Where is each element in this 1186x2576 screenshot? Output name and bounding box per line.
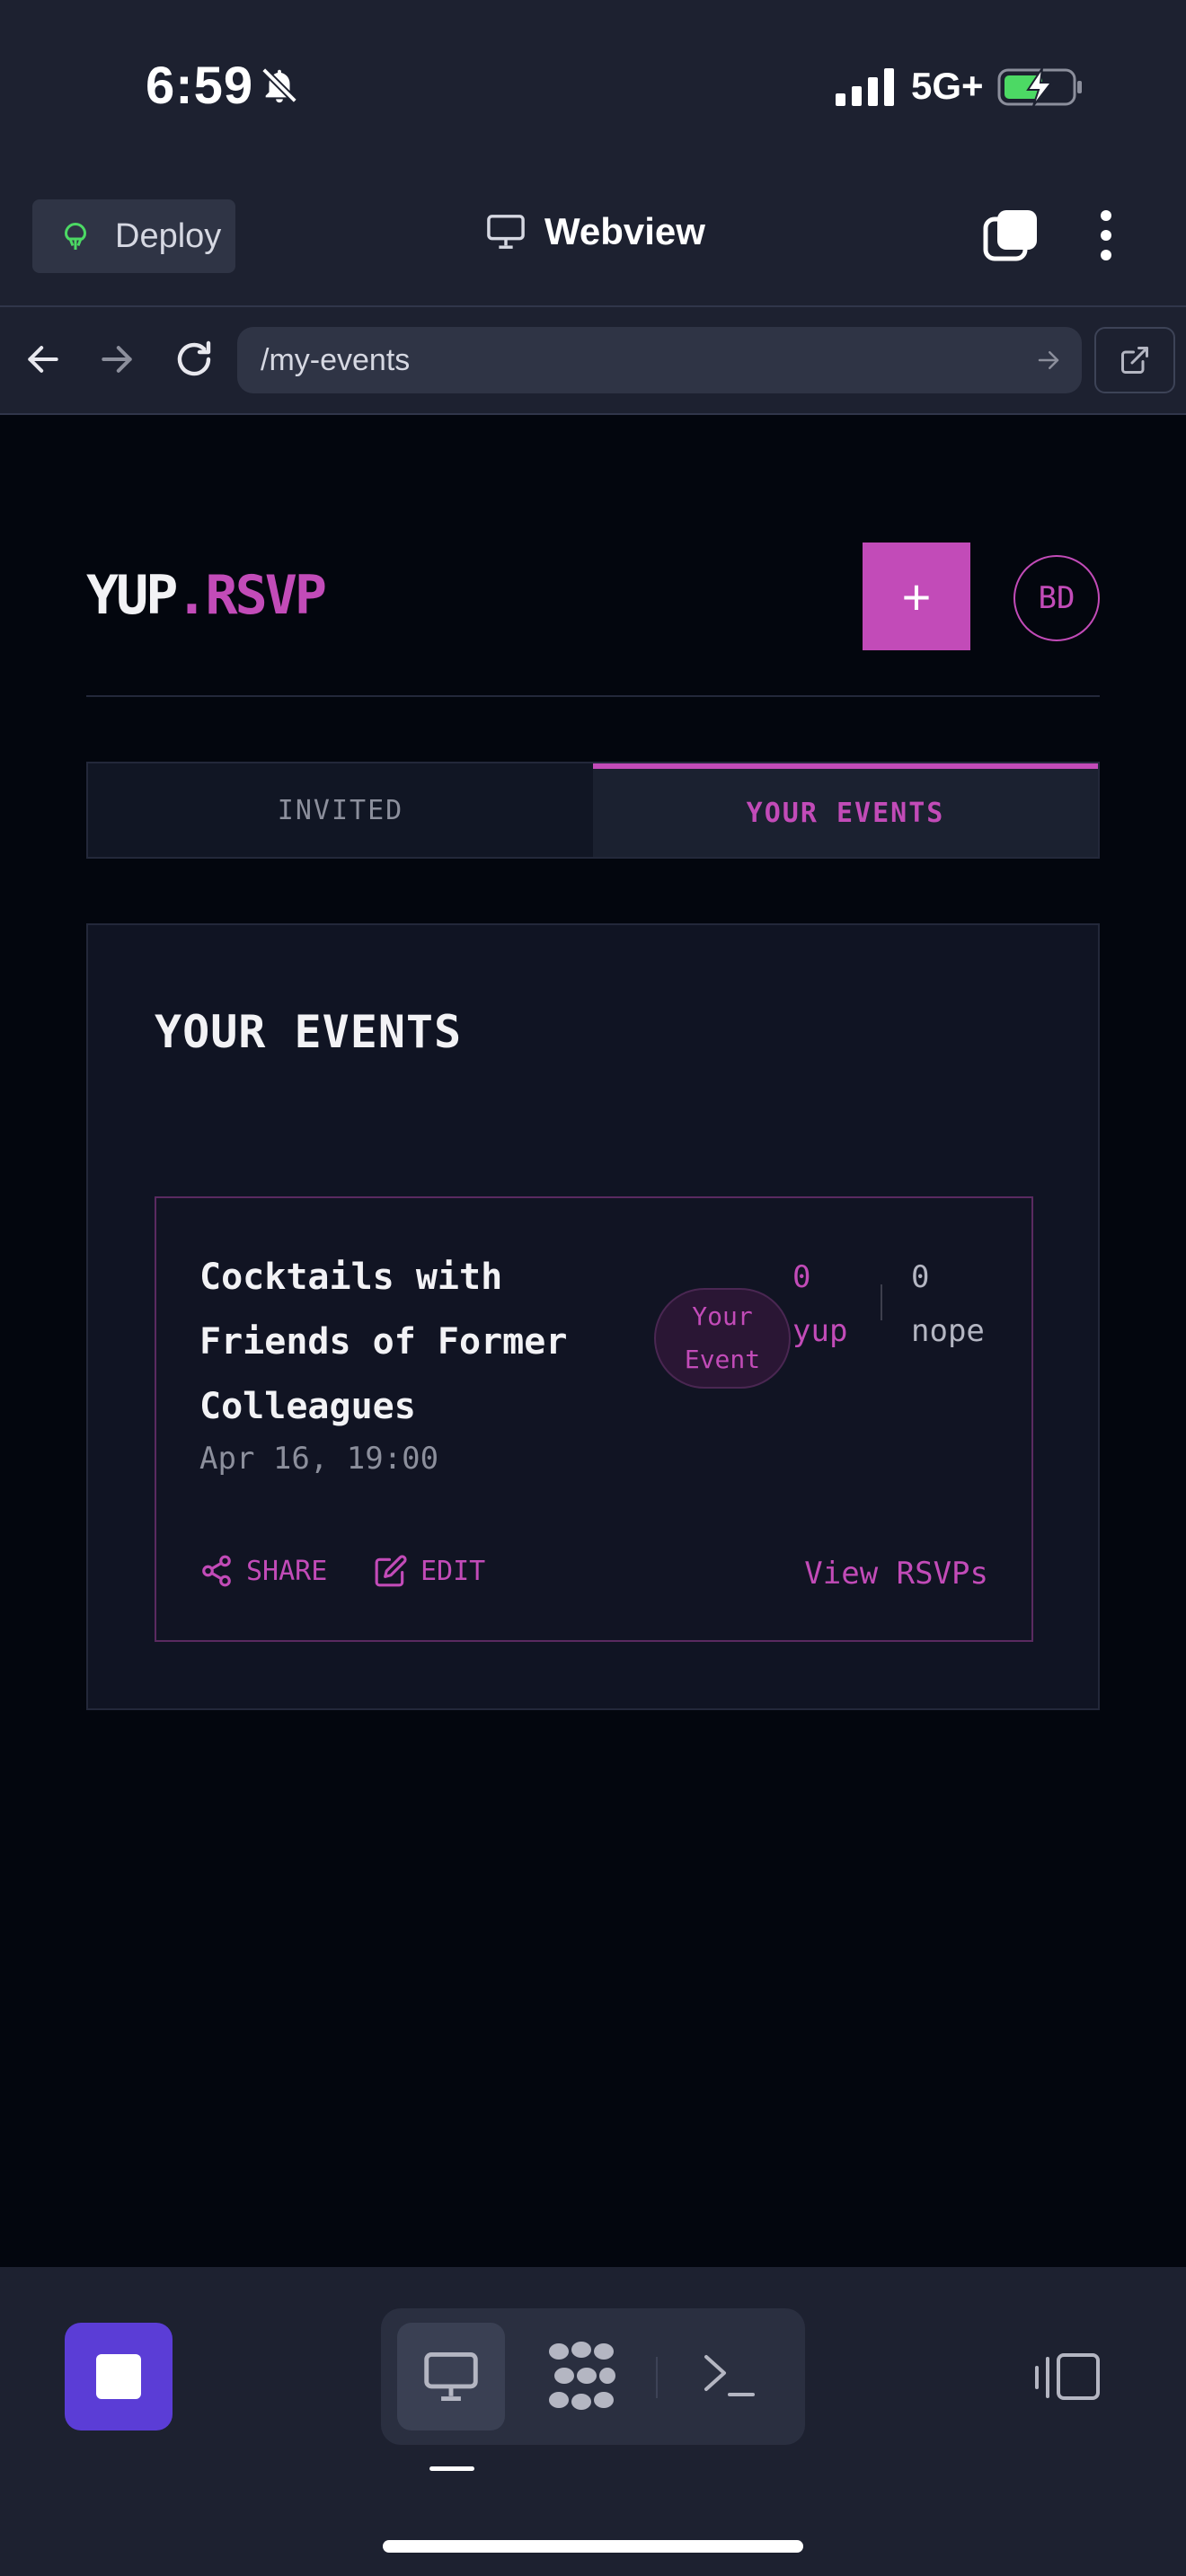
view-rsvps-link[interactable]: View RSVPs [804, 1556, 988, 1592]
yup-stat: 0 yup [792, 1250, 847, 1358]
deploy-icon [64, 222, 87, 250]
monitor-icon [487, 215, 525, 249]
battery-charging-icon [997, 67, 1082, 107]
terminal-icon[interactable] [701, 2348, 758, 2402]
event-tabs: INVITED YOUR EVENTS [86, 762, 1100, 859]
webview-label: Webview [544, 210, 705, 252]
agent-dots-icon[interactable] [546, 2339, 616, 2413]
event-title: Cocktails with Friends of Former Colleag… [199, 1257, 568, 1427]
share-icon [202, 1555, 231, 1587]
tab-your-events[interactable]: YOUR EVENTS [593, 763, 1098, 857]
panel-title: YOUR EVENTS [155, 1006, 463, 1058]
external-link-icon [1121, 347, 1148, 374]
yup-label: yup [792, 1313, 848, 1349]
badge-line-1: Your [692, 1301, 753, 1331]
desktop-icon [424, 2352, 478, 2401]
home-indicator [383, 2540, 803, 2553]
header-divider [86, 695, 1100, 697]
your-event-badge: Your Event [654, 1288, 791, 1389]
address-bar[interactable] [237, 327, 1082, 393]
deploy-button[interactable]: Deploy [32, 199, 235, 273]
chrome-bottom-border [0, 413, 1186, 415]
forward-arrow-icon[interactable] [97, 340, 137, 379]
tab-invited[interactable]: INVITED [88, 763, 593, 857]
chrome-divider [0, 305, 1186, 307]
url-input[interactable] [261, 342, 997, 378]
stat-separator [881, 1284, 882, 1320]
bell-muted-icon [261, 67, 297, 103]
network-type: 5G+ [911, 65, 984, 107]
go-arrow-icon[interactable] [1035, 347, 1062, 374]
open-external-button[interactable] [1094, 327, 1175, 393]
reload-icon[interactable] [173, 338, 216, 381]
logo-text-main: YUP [86, 564, 178, 627]
create-event-button[interactable]: + [863, 543, 970, 650]
more-vertical-icon[interactable] [1091, 208, 1121, 262]
tabs-switcher-icon[interactable] [983, 208, 1039, 262]
share-button[interactable]: SHARE [199, 1554, 327, 1588]
webview-title: Webview [485, 210, 705, 253]
badge-line-2: Event [684, 1345, 761, 1374]
edit-button[interactable]: EDIT [374, 1554, 485, 1588]
share-label: SHARE [246, 1555, 328, 1587]
event-date: Apr 16, 19:00 [199, 1441, 439, 1477]
active-view-indicator [429, 2466, 474, 2471]
edit-label: EDIT [420, 1555, 486, 1587]
logo-text-accent: .RSVP [175, 564, 327, 627]
cellular-signal-icon [836, 68, 894, 106]
nope-stat: 0 nope [911, 1250, 985, 1358]
nope-count: 0 [911, 1259, 930, 1295]
back-arrow-icon[interactable] [23, 340, 63, 379]
stop-button[interactable] [65, 2323, 173, 2430]
app-chrome: 6:59 5G+ Deploy Webview [0, 0, 1186, 415]
event-card[interactable]: Cocktails with Friends of Former Colleag… [155, 1196, 1033, 1642]
yup-count: 0 [792, 1259, 811, 1295]
deploy-label: Deploy [115, 216, 222, 255]
bottom-toolbar [0, 2267, 1186, 2576]
switcher-separator [656, 2357, 658, 2398]
stop-icon [96, 2354, 141, 2399]
view-switcher [381, 2308, 805, 2445]
desktop-view-button[interactable] [397, 2323, 505, 2430]
edit-icon [375, 1555, 407, 1587]
site-logo[interactable]: YUP.RSVP [86, 564, 327, 627]
panel-toggle-icon[interactable] [1033, 2351, 1102, 2402]
nope-label: nope [911, 1313, 985, 1349]
user-avatar[interactable]: BD [1013, 555, 1100, 641]
your-events-panel: YOUR EVENTS Cocktails with Friends of Fo… [86, 923, 1100, 1710]
status-time: 6:59 [146, 57, 254, 115]
